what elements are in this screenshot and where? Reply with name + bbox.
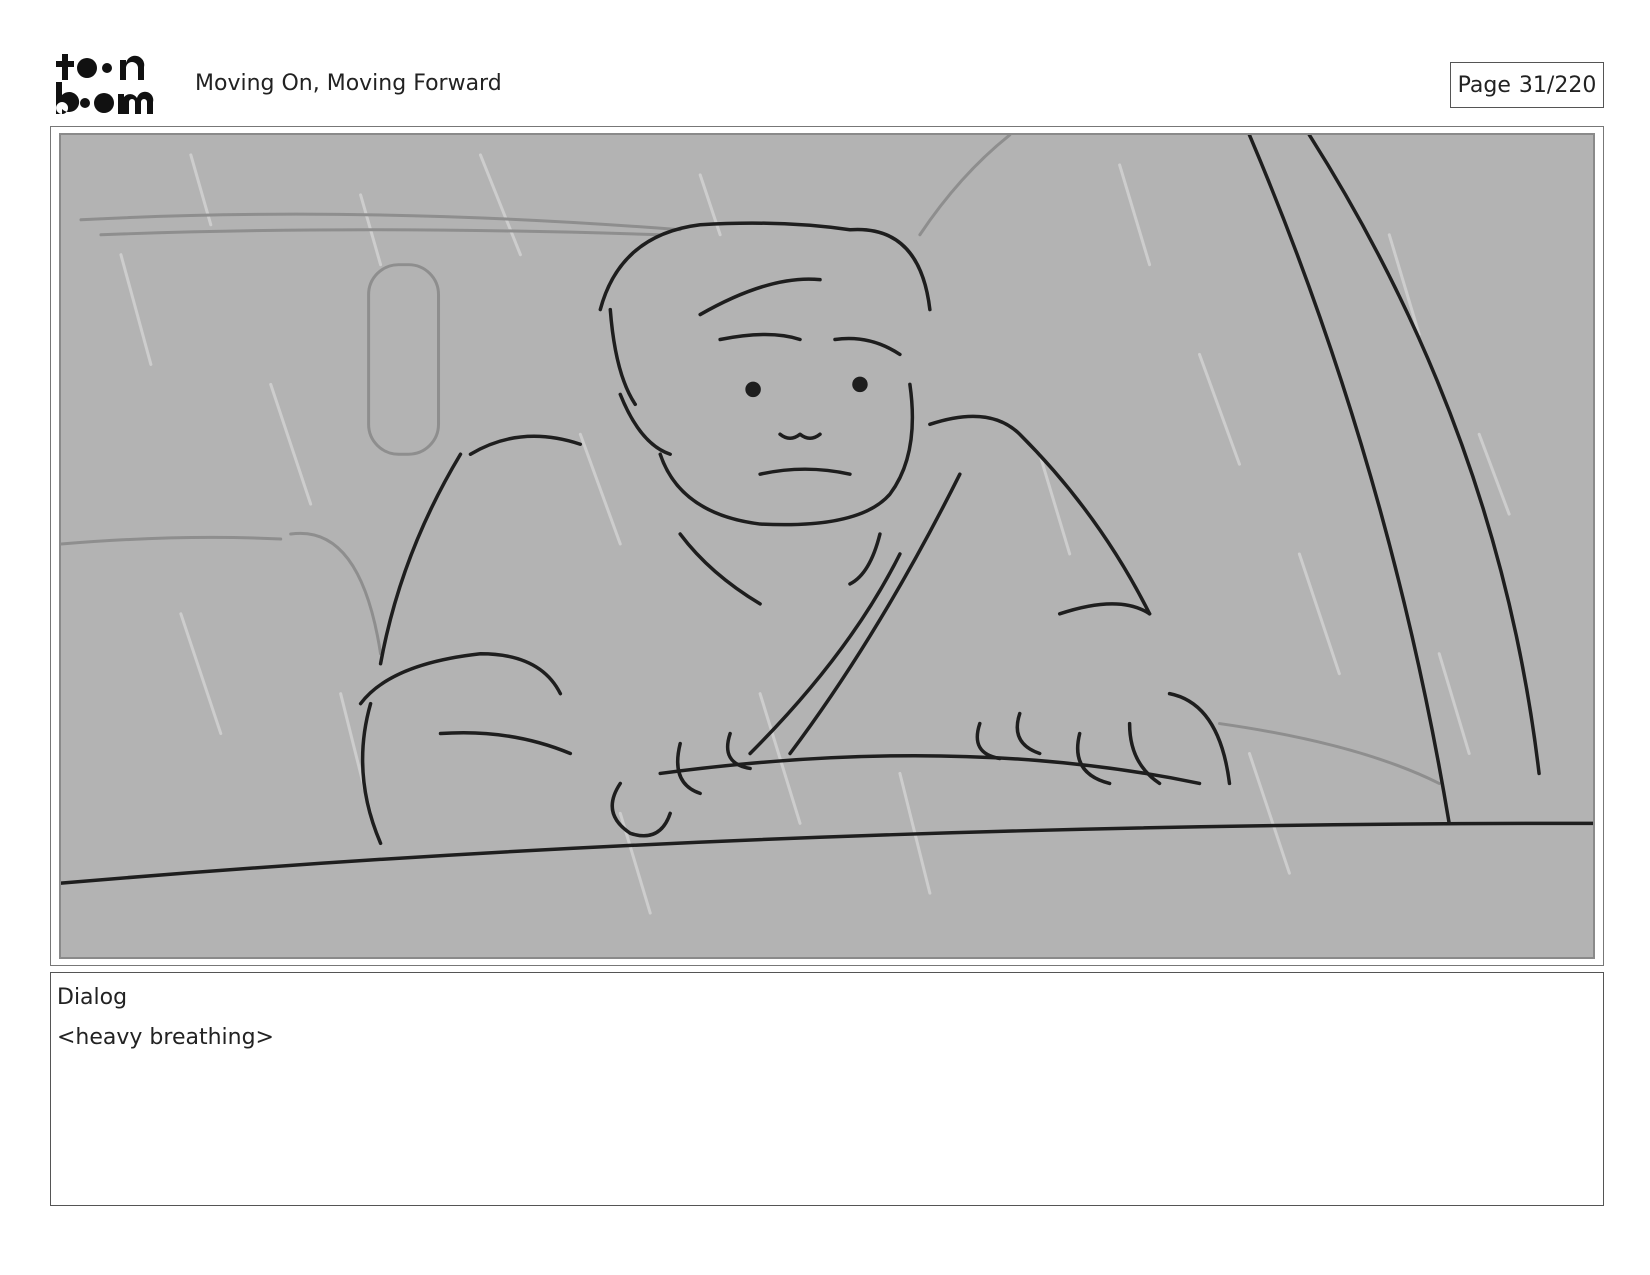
page-number: 31/220 <box>1518 72 1597 98</box>
dialog-box: Dialog <heavy breathing> <box>50 972 1604 1206</box>
page-label: Page <box>1457 72 1511 98</box>
panel-frame <box>59 133 1595 959</box>
dialog-label: Dialog <box>57 985 128 1010</box>
toon-boom-logo <box>54 52 172 118</box>
project-title: Moving On, Moving Forward <box>195 71 502 96</box>
page-indicator: Page 31/220 <box>1450 62 1604 108</box>
storyboard-panel <box>50 126 1604 966</box>
dialog-text: <heavy breathing> <box>57 1025 274 1050</box>
storyboard-sketch-image <box>61 135 1593 957</box>
